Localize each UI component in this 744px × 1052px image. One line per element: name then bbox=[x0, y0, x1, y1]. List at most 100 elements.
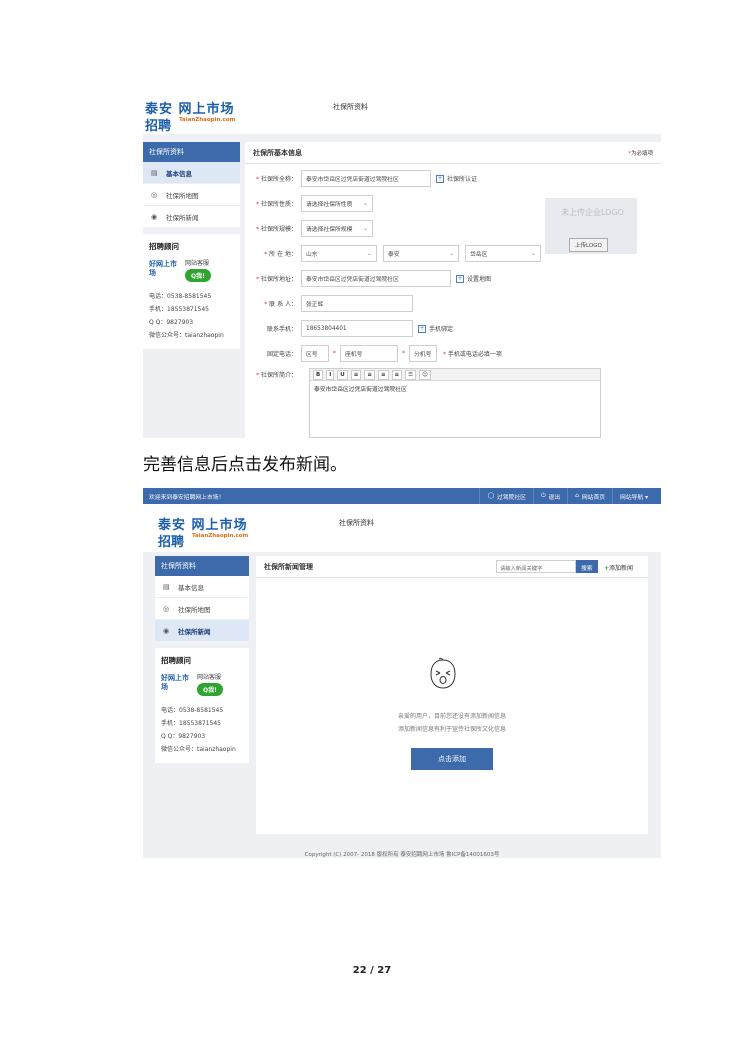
required-note: *为必填项 bbox=[628, 151, 653, 157]
sidebar-header: 社保所资料 bbox=[143, 142, 240, 162]
city-select[interactable]: 泰安 ⌄ bbox=[383, 245, 459, 262]
contact-phone: 电话：0538-8581545 bbox=[161, 707, 224, 714]
caption-text: 完善信息后点击发布新闻。 bbox=[143, 455, 347, 475]
site-logo[interactable]: 泰安 网上市场 招聘 TaianZhaopin.com bbox=[158, 514, 268, 550]
site-service-label: 网站客服 bbox=[197, 674, 222, 681]
consultant-panel: 招聘顾问 好网上市场 网站客服 Q我! 电话：0538-8581545 手机：1… bbox=[155, 648, 249, 763]
sidebar-item-label: 社保所地图 bbox=[178, 605, 211, 614]
plus-icon: + bbox=[418, 324, 426, 333]
align-right-button[interactable]: ≡ bbox=[377, 369, 389, 380]
sidebar-item-basic-info[interactable]: ▤ 基本信息 bbox=[155, 576, 249, 598]
scale-select[interactable]: 请选择社保所规模 ⌄ bbox=[301, 220, 373, 237]
search-button[interactable]: 搜索 bbox=[576, 560, 598, 573]
upload-logo-button[interactable]: 上传LOGO bbox=[569, 238, 608, 252]
address-field[interactable]: 泰安市岱岳区过凭店街道过驾院社区 bbox=[301, 270, 451, 287]
contact-mobile: 手机：18553871545 bbox=[161, 720, 221, 727]
sidebar-item-label: 社保所新闻 bbox=[178, 627, 211, 636]
sidebar: 社保所资料 ▤ 基本信息 ◎ 社保所地图 ◉ 社保所新闻 招聘顾问 好网上市场 … bbox=[155, 556, 249, 763]
account-link[interactable]: ◯ 过驾院社区 bbox=[479, 488, 533, 504]
empty-state-message: 亲爱的用户，目前您还没有添加新闻信息 添加新闻信息有利于宣传社保所文化信息 bbox=[397, 713, 506, 733]
add-news-link[interactable]: +添加新闻 bbox=[604, 563, 633, 572]
phone-number-field[interactable]: 座机号 bbox=[340, 345, 398, 362]
intro-label: 社保所简介： bbox=[260, 372, 297, 379]
sidebar-header: 社保所资料 bbox=[155, 556, 249, 576]
add-news-button[interactable]: 点击添加 bbox=[411, 748, 493, 770]
news-panel: 社保所新闻管理 请输入新闻关键字 搜索 +添加新闻 亲爱的用户，目前您还没有添加… bbox=[256, 556, 648, 834]
fullname-field[interactable]: 泰安市岱岳区过凭店街道过驾院社区 bbox=[301, 170, 431, 187]
emoji-button[interactable]: ☺ bbox=[419, 369, 431, 380]
fullname-label: 社保所全称： bbox=[260, 176, 297, 183]
set-map-link[interactable]: + 设置地图 bbox=[456, 274, 491, 283]
scale-label: 社保所规模： bbox=[260, 226, 297, 233]
sidebar-item-label: 基本信息 bbox=[166, 169, 192, 178]
sidebar-item-map[interactable]: ◎ 社保所地图 bbox=[143, 184, 240, 206]
chevron-down-icon: ⌄ bbox=[362, 200, 368, 207]
home-link[interactable]: ⌂ 网站首页 bbox=[567, 488, 612, 504]
area-code-field[interactable]: 区号 bbox=[301, 345, 329, 362]
chevron-down-icon: ⌄ bbox=[530, 250, 536, 257]
site-header: 泰安 网上市场 招聘 TaianZhaopin.com 社保所资料 bbox=[143, 504, 661, 552]
sidebar-item-basic-info[interactable]: ▤ 基本信息 bbox=[143, 162, 240, 184]
intro-text[interactable]: 泰安市岱岳区过凭店街道过驾院社区 bbox=[310, 381, 600, 396]
sidebar: 社保所资料 ▤ 基本信息 ◎ 社保所地图 ◉ 社保所新闻 招聘顾问 好网上市场 … bbox=[143, 142, 240, 349]
contact-person-field[interactable]: 张正辉 bbox=[301, 295, 413, 312]
qq-chat-button[interactable]: Q我! bbox=[197, 683, 223, 696]
site-nav-menu[interactable]: 网站导航 ▾ bbox=[612, 488, 655, 504]
contact-qq: Q Q：9827903 bbox=[149, 319, 194, 326]
sidebar-item-label: 社保所新闻 bbox=[166, 213, 199, 222]
qq-chat-button[interactable]: Q我! bbox=[185, 269, 211, 282]
editor-toolbar: B I U ≡ ≡ ≡ ≡ ☰ ☺ bbox=[310, 369, 600, 381]
mobile-field[interactable]: 18653804401 bbox=[301, 320, 413, 337]
sidebar-item-news[interactable]: ◉ 社保所新闻 bbox=[155, 620, 249, 642]
contact-wechat: 微信公众号：taianzhaopin bbox=[161, 746, 236, 753]
contact-phone: 电话：0538-8581545 bbox=[149, 293, 212, 300]
home-icon: ⌂ bbox=[575, 493, 579, 499]
consultant-title: 招聘顾问 bbox=[161, 656, 191, 665]
empty-state-face-icon bbox=[430, 657, 456, 689]
justify-button[interactable]: ≡ bbox=[391, 369, 403, 380]
news-search-input[interactable]: 请输入新闻关键字 bbox=[496, 560, 576, 573]
consultant-title: 招聘顾问 bbox=[149, 242, 179, 251]
italic-button[interactable]: I bbox=[326, 369, 335, 380]
sidebar-item-news[interactable]: ◉ 社保所新闻 bbox=[143, 206, 240, 228]
page-title: 社保所资料 bbox=[339, 519, 374, 527]
contact-label: 联 系 人： bbox=[269, 301, 297, 308]
contact-mobile: 手机：18553871545 bbox=[149, 306, 209, 313]
site-logo-small: 好网上市场 bbox=[161, 674, 189, 691]
location-pin-icon: ◎ bbox=[163, 604, 170, 613]
site-header: 泰安 网上市场 招聘 TaianZhaopin.com 社保所资料 bbox=[143, 88, 661, 134]
intro-editor[interactable]: B I U ≡ ≡ ≡ ≡ ☰ ☺ 泰安市岱岳区过凭店街道过驾院社区 bbox=[309, 368, 601, 438]
mobile-label: 联系手机： bbox=[266, 326, 297, 333]
bold-button[interactable]: B bbox=[313, 369, 324, 380]
page-number: 22 / 27 bbox=[352, 965, 392, 976]
underline-button[interactable]: U bbox=[337, 369, 348, 380]
form-title: 社保所基本信息 bbox=[253, 149, 302, 157]
page-title: 社保所资料 bbox=[333, 103, 368, 111]
screenshot-basic-info: 泰安 网上市场 招聘 TaianZhaopin.com 社保所资料 社保所资料 … bbox=[143, 88, 661, 438]
sidebar-item-map[interactable]: ◎ 社保所地图 bbox=[155, 598, 249, 620]
screenshot-news-management: 欢迎来到泰安招聘网上市场！ ◯ 过驾院社区 ⏻ 退出 ⌂ 网站首页 网站导航 ▾ 泰安… bbox=[143, 488, 661, 858]
news-panel-title: 社保所新闻管理 bbox=[264, 563, 313, 571]
province-select[interactable]: 山东 ⌄ bbox=[301, 245, 377, 262]
phone-label: 固定电话： bbox=[266, 351, 297, 358]
certify-link[interactable]: + 社保所认证 bbox=[436, 174, 477, 183]
extension-field[interactable]: 分机号 bbox=[409, 345, 437, 362]
news-search: 请输入新闻关键字 搜索 bbox=[496, 560, 598, 573]
list-button[interactable]: ☰ bbox=[405, 369, 417, 380]
bind-mobile-link[interactable]: + 手机绑定 bbox=[418, 324, 453, 333]
chevron-down-icon: ⌄ bbox=[362, 225, 368, 232]
phone-note: * 手机或电话必填一项 bbox=[443, 351, 502, 358]
district-select[interactable]: 岱岳区 ⌄ bbox=[465, 245, 541, 262]
nature-select[interactable]: 请选择社保所性质 ⌄ bbox=[301, 195, 373, 212]
align-center-button[interactable]: ≡ bbox=[364, 369, 375, 380]
document-icon: ▤ bbox=[163, 582, 170, 591]
sidebar-item-label: 基本信息 bbox=[178, 583, 204, 592]
consultant-panel: 招聘顾问 好网上市场 网站客服 Q我! 电话：0538-8581545 手机：1… bbox=[143, 234, 240, 349]
address-label: 社保所地址： bbox=[260, 276, 297, 283]
site-logo[interactable]: 泰安 网上市场 招聘 TaianZhaopin.com bbox=[145, 98, 255, 134]
chevron-down-icon: ⌄ bbox=[448, 250, 454, 257]
location-pin-icon: ◎ bbox=[151, 190, 158, 199]
site-service-label: 网站客服 bbox=[185, 260, 210, 267]
logout-link[interactable]: ⏻ 退出 bbox=[532, 488, 567, 504]
align-left-button[interactable]: ≡ bbox=[350, 369, 362, 380]
